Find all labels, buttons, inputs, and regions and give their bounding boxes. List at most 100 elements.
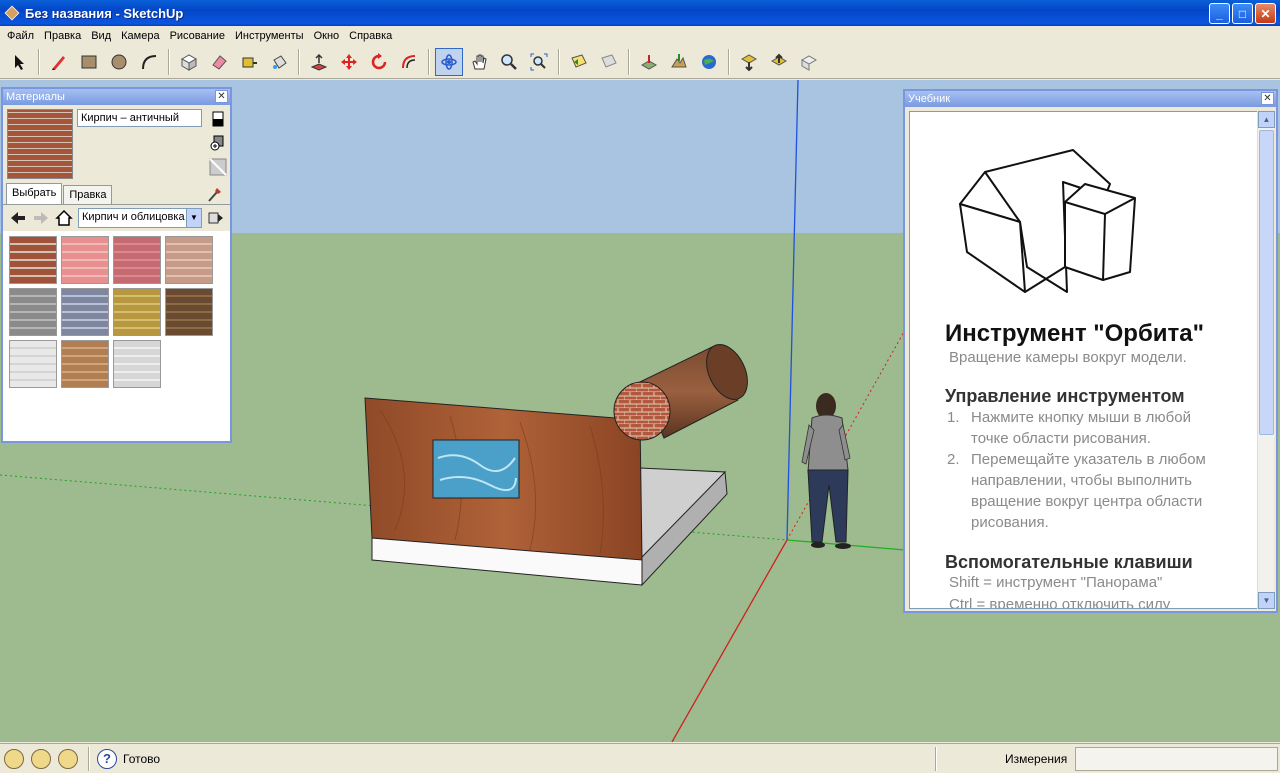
terrain-icon: [671, 53, 687, 67]
next-view-icon: [601, 53, 617, 68]
toolbar-separator: [298, 48, 300, 75]
toggle-terrain-tool-button[interactable]: [665, 48, 693, 76]
step-number: 1.: [947, 409, 960, 426]
scroll-down-button[interactable]: ▼: [1258, 592, 1275, 609]
eraser-tool-button[interactable]: [205, 48, 233, 76]
eyedropper-icon[interactable]: [206, 185, 224, 203]
google-earth-tool-button[interactable]: [695, 48, 723, 76]
section-tool-operation: Управление инструментом: [945, 386, 1185, 406]
push-pull-tool-button[interactable]: [305, 48, 333, 76]
minimize-button[interactable]: _: [1209, 3, 1230, 24]
share-model-tool-button[interactable]: [765, 48, 793, 76]
menu-view[interactable]: Вид: [86, 30, 116, 42]
maximize-button[interactable]: □: [1232, 3, 1253, 24]
pane-toggle-icon: [212, 111, 224, 127]
materials-header: Кирпич – античный: [3, 105, 230, 183]
library-select[interactable]: Кирпич и облицовка ▼: [78, 208, 202, 228]
main-toolbar: [0, 45, 1280, 79]
log-end-brick: [613, 381, 671, 441]
modifier-key: Ctrl = временно отключить силу: [949, 596, 1171, 609]
next-view-tool-button[interactable]: [595, 48, 623, 76]
share-model-icon: [770, 53, 788, 66]
material-preview[interactable]: [7, 109, 73, 179]
material-swatch[interactable]: [61, 288, 109, 336]
rotate-tool-button[interactable]: [365, 48, 393, 76]
tool-subtitle: Вращение камеры вокруг модели.: [949, 349, 1187, 366]
tab-select[interactable]: Выбрать: [6, 183, 63, 204]
close-button[interactable]: ✕: [1255, 3, 1276, 24]
material-swatch[interactable]: [165, 236, 213, 284]
material-swatch[interactable]: [61, 340, 109, 388]
menu-bar: Файл Правка Вид Камера Рисование Инструм…: [0, 26, 1280, 45]
forward-arrow-icon[interactable]: [32, 209, 50, 227]
offset-tool-button[interactable]: [395, 48, 423, 76]
eraser-icon: [212, 54, 227, 70]
default-material-button[interactable]: [208, 157, 228, 177]
arc-tool-button[interactable]: [135, 48, 163, 76]
zoom-tool-button[interactable]: [495, 48, 523, 76]
orbit-tool-button[interactable]: [435, 47, 463, 76]
details-arrow-icon[interactable]: [207, 209, 225, 227]
credits-icon[interactable]: [31, 749, 51, 769]
title-bar: Без названия - SketchUp _ □ ✕: [0, 0, 1280, 26]
material-swatch[interactable]: [113, 288, 161, 336]
select-tool-button[interactable]: [5, 48, 33, 76]
list-item: 1. Нажмите кнопку мыши в любой точке обл…: [947, 407, 1227, 449]
menu-camera[interactable]: Камера: [116, 30, 164, 42]
material-name-field[interactable]: Кирпич – античный: [77, 109, 202, 127]
pushpull-icon: [310, 53, 328, 71]
make-component-tool-button[interactable]: [175, 48, 203, 76]
material-swatch[interactable]: [113, 340, 161, 388]
scroll-up-button[interactable]: ▲: [1258, 111, 1275, 128]
tape-measure-tool-button[interactable]: [235, 48, 263, 76]
menu-help[interactable]: Справка: [344, 30, 397, 42]
help-icon[interactable]: ?: [97, 749, 117, 769]
material-swatch[interactable]: [165, 288, 213, 336]
instructor-scrollbar[interactable]: ▲ ▼: [1257, 111, 1275, 609]
create-material-icon: [210, 135, 224, 151]
scroll-thumb[interactable]: [1259, 130, 1274, 435]
rectangle-tool-button[interactable]: [75, 48, 103, 76]
material-swatch[interactable]: [61, 236, 109, 284]
circle-tool-button[interactable]: [105, 48, 133, 76]
instructor-close-button[interactable]: ✕: [1261, 92, 1274, 105]
geo-location-icon[interactable]: [4, 749, 24, 769]
zoom-extents-tool-button[interactable]: [525, 48, 553, 76]
measurements-input[interactable]: [1075, 747, 1278, 771]
measurements-label: Измерения: [1005, 752, 1068, 766]
orbit-illustration: [959, 149, 1136, 293]
share-component-tool-button[interactable]: [795, 48, 823, 76]
material-swatch[interactable]: [9, 288, 57, 336]
material-swatch[interactable]: [9, 340, 57, 388]
materials-close-button[interactable]: ✕: [215, 90, 228, 103]
tool-heading: Инструмент "Орбита": [945, 320, 1205, 347]
step-number: 2.: [947, 451, 960, 468]
move-tool-button[interactable]: [335, 48, 363, 76]
get-models-tool-button[interactable]: [735, 48, 763, 76]
home-icon[interactable]: [55, 209, 73, 227]
arc-icon: [142, 54, 157, 69]
add-location-tool-button[interactable]: [635, 48, 663, 76]
offset-icon: [402, 54, 416, 68]
menu-window[interactable]: Окно: [309, 30, 345, 42]
user-icon[interactable]: [58, 749, 78, 769]
menu-file[interactable]: Файл: [2, 30, 39, 42]
show-secondary-pane-button[interactable]: [208, 109, 228, 129]
previous-view-tool-button[interactable]: [565, 48, 593, 76]
material-swatch[interactable]: [9, 236, 57, 284]
menu-draw[interactable]: Рисование: [165, 30, 230, 42]
menu-edit[interactable]: Правка: [39, 30, 86, 42]
tab-edit[interactable]: Правка: [63, 185, 113, 204]
create-material-button[interactable]: [208, 133, 228, 153]
material-swatch[interactable]: [113, 236, 161, 284]
material-swatch-grid: [3, 231, 230, 393]
hand-icon: [472, 54, 487, 69]
instructor-title-bar: Учебник ✕: [905, 91, 1276, 107]
back-arrow-icon[interactable]: [9, 209, 27, 227]
pencil-icon: [52, 55, 65, 70]
paint-bucket-tool-button[interactable]: [265, 48, 293, 76]
pencil-tool-button[interactable]: [45, 48, 73, 76]
instructor-title: Учебник: [908, 93, 951, 105]
menu-tools[interactable]: Инструменты: [230, 30, 309, 42]
pan-tool-button[interactable]: [465, 48, 493, 76]
